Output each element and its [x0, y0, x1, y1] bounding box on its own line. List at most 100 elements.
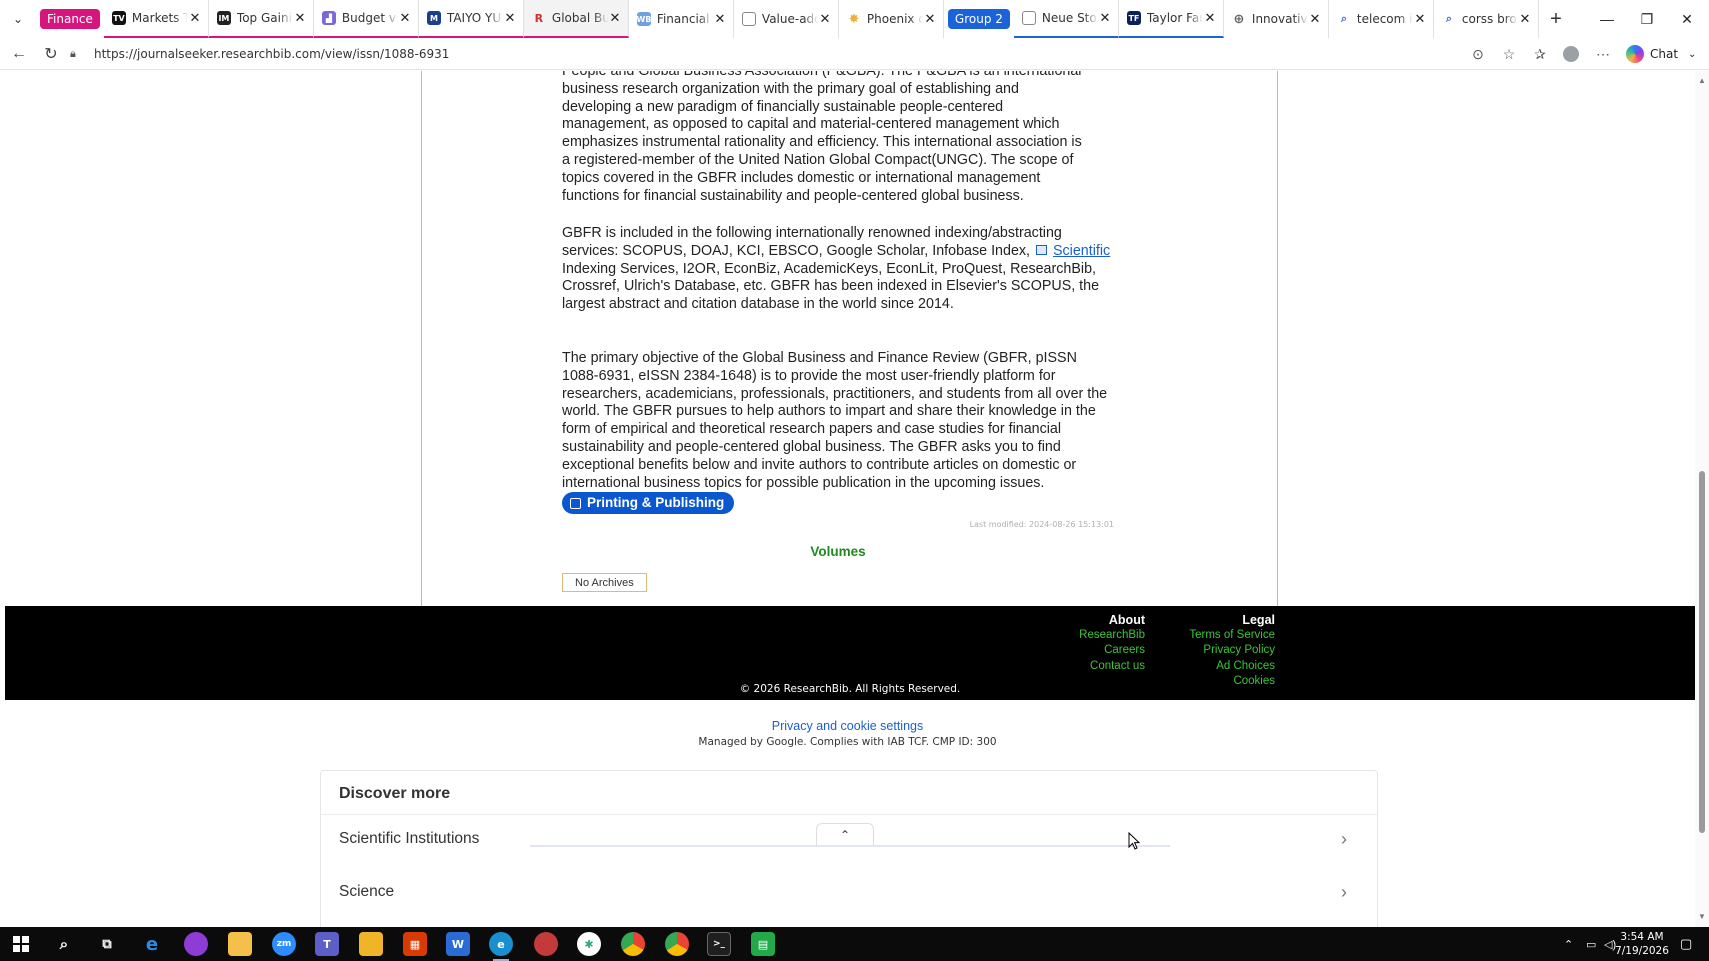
- notes-icon[interactable]: [359, 932, 383, 956]
- back-arrow-icon[interactable]: ←: [3, 38, 35, 70]
- close-icon[interactable]: ✕: [608, 11, 622, 26]
- tab-taylor-farm[interactable]: TF Taylor Farm ✕: [1118, 0, 1224, 38]
- spreadsheet-icon[interactable]: ▤: [751, 932, 775, 956]
- tray-chevron-up-icon[interactable]: ⌃: [1564, 927, 1573, 961]
- para-line: management, as opposed to capital and ma…: [562, 116, 1060, 133]
- tab-title: Top Gaining: [236, 11, 293, 25]
- scroll-down-arrow-icon[interactable]: ▼: [1695, 909, 1709, 923]
- footer-link-privacy[interactable]: Privacy Policy: [1145, 643, 1275, 658]
- copilot-chat-button[interactable]: Chat ⌄: [1626, 44, 1696, 64]
- footer-link-ad-choices[interactable]: Ad Choices: [1145, 659, 1275, 674]
- para-line: a registered-member of the United Nation…: [562, 151, 1074, 168]
- journal-description-para1: People and Global Business Association (…: [562, 71, 1112, 205]
- tab-taiyo-yuden[interactable]: M TAIYO YUDEN ✕: [418, 0, 524, 38]
- tab-value-added[interactable]: Value-added ✕: [734, 0, 839, 38]
- reading-mode-icon[interactable]: ⊙: [1463, 38, 1493, 70]
- para-line: People and Global Business Association (…: [562, 71, 1082, 79]
- para-line: topics covered in the GBFR includes dome…: [562, 169, 1041, 186]
- close-icon[interactable]: ✕: [503, 11, 517, 26]
- divider: [530, 845, 1170, 847]
- network-icon[interactable]: ▭: [1586, 927, 1596, 961]
- terminal-icon[interactable]: >_: [707, 932, 731, 956]
- tab-actions-menu-button[interactable]: ⌄: [0, 0, 36, 38]
- tab-financial-re[interactable]: WB Financial Re ✕: [629, 0, 734, 38]
- tab-top-gaining[interactable]: IM Top Gaining ✕: [208, 0, 314, 38]
- tab-group-2[interactable]: Group 2: [947, 9, 1010, 29]
- scroll-up-arrow-icon[interactable]: ▲: [1695, 73, 1709, 87]
- close-icon[interactable]: ✕: [1098, 11, 1112, 26]
- profile-avatar[interactable]: [1556, 38, 1586, 70]
- page-scrollbar[interactable]: ▲ ▼: [1695, 71, 1709, 927]
- close-icon[interactable]: ✕: [188, 11, 202, 26]
- word-icon[interactable]: W: [446, 932, 470, 956]
- tab-corss-browser[interactable]: ⌕ corss brows ✕: [1434, 0, 1539, 38]
- chrome-profile-icon[interactable]: [665, 932, 689, 956]
- zoom-icon[interactable]: zm: [272, 932, 296, 956]
- tab-innovative[interactable]: ⊕ Innovative F ✕: [1224, 0, 1329, 38]
- internet-explorer-icon[interactable]: e: [140, 932, 164, 956]
- close-icon[interactable]: ✕: [293, 11, 307, 26]
- chart-icon: ▟: [321, 11, 336, 25]
- tab-telecom[interactable]: ⌕ telecom ital ✕: [1329, 0, 1434, 38]
- more-menu-icon[interactable]: ⋯: [1588, 38, 1618, 70]
- collapse-chevron-up-icon[interactable]: ⌃: [816, 823, 874, 845]
- taskbar-clock[interactable]: 3:54 AM 7/19/2026: [1614, 930, 1670, 958]
- tab-neue-story[interactable]: Neue Story ✕: [1013, 0, 1119, 38]
- refresh-icon[interactable]: ↻: [35, 38, 67, 70]
- wb-icon: WB: [636, 12, 651, 26]
- footer-link-researchbib[interactable]: ResearchBib: [1017, 628, 1145, 643]
- office-icon[interactable]: ▦: [403, 932, 427, 956]
- close-icon[interactable]: ✕: [1518, 12, 1532, 27]
- footer-link-careers[interactable]: Careers: [1017, 643, 1145, 658]
- site-icon: TF: [1126, 11, 1141, 25]
- new-tab-button[interactable]: +: [1539, 0, 1573, 38]
- notification-icon[interactable]: ▢: [1680, 927, 1692, 961]
- tab-phoenix[interactable]: ✸ Phoenix de ✕: [839, 0, 944, 38]
- search-icon: ⌕: [1340, 12, 1347, 25]
- close-icon[interactable]: ✕: [923, 12, 937, 27]
- close-icon[interactable]: ✕: [398, 11, 412, 26]
- tab-markets-today[interactable]: TV Markets Today ✕: [103, 0, 209, 38]
- close-icon[interactable]: ✕: [818, 12, 832, 27]
- chevron-down-icon[interactable]: ⌄: [1688, 49, 1696, 60]
- tab-budget[interactable]: ▟ Budget vs. I ✕: [313, 0, 419, 38]
- cookie-link-text[interactable]: Privacy and cookie settings: [772, 719, 923, 733]
- copyright-text: © 2026 ResearchBib. All Rights Reserved.: [739, 683, 961, 695]
- favorite-star-icon[interactable]: ☆: [1494, 38, 1524, 70]
- privacy-cookie-settings-link[interactable]: Privacy and cookie settings: [0, 719, 1695, 733]
- tab-group-finance[interactable]: Finance: [40, 9, 100, 29]
- tab-title: corss brows: [1461, 12, 1518, 26]
- footer-link-terms[interactable]: Terms of Service: [1145, 628, 1275, 643]
- discover-item-science[interactable]: Science ›: [321, 868, 1377, 916]
- minimize-button[interactable]: —: [1587, 0, 1627, 38]
- scrollbar-thumb[interactable]: [1699, 471, 1705, 833]
- edge-icon[interactable]: e: [489, 932, 513, 961]
- url-field[interactable]: 🔒︎ https://journalseeker.researchbib.com…: [70, 41, 1450, 67]
- windows-start-icon[interactable]: [9, 932, 33, 956]
- close-icon[interactable]: ✕: [713, 12, 727, 27]
- tab-title: Taylor Farm: [1146, 11, 1203, 25]
- app-icon[interactable]: [184, 932, 208, 956]
- task-view-icon[interactable]: ⧉: [95, 932, 119, 956]
- url-text: https://journalseeker.researchbib.com/vi…: [94, 47, 450, 61]
- tab-global-business[interactable]: R Global Busin ✕: [523, 0, 629, 38]
- chat-label: Chat: [1650, 47, 1679, 61]
- close-icon[interactable]: ✕: [1413, 12, 1427, 27]
- scientific-link[interactable]: Scientific: [1053, 243, 1110, 259]
- printing-publishing-button[interactable]: Printing & Publishing: [562, 492, 735, 515]
- favorites-icon[interactable]: ✰: [1525, 38, 1555, 70]
- close-icon[interactable]: ✕: [1203, 11, 1217, 26]
- file-explorer-icon[interactable]: [228, 932, 252, 956]
- footer-link-contact[interactable]: Contact us: [1017, 659, 1145, 674]
- slack-icon[interactable]: ✱: [577, 932, 601, 956]
- para-line: business research organization with the …: [562, 80, 1019, 97]
- para-line: emphasizes instrumental rationality and …: [562, 134, 1082, 151]
- restore-button[interactable]: ❐: [1627, 0, 1667, 38]
- close-window-button[interactable]: ✕: [1667, 0, 1707, 38]
- chrome-icon[interactable]: [621, 932, 645, 956]
- app-icon[interactable]: [534, 932, 558, 956]
- close-icon[interactable]: ✕: [1308, 12, 1322, 27]
- document-icon: [1021, 11, 1036, 25]
- teams-icon[interactable]: T: [315, 932, 339, 956]
- search-icon[interactable]: ⌕: [52, 932, 76, 956]
